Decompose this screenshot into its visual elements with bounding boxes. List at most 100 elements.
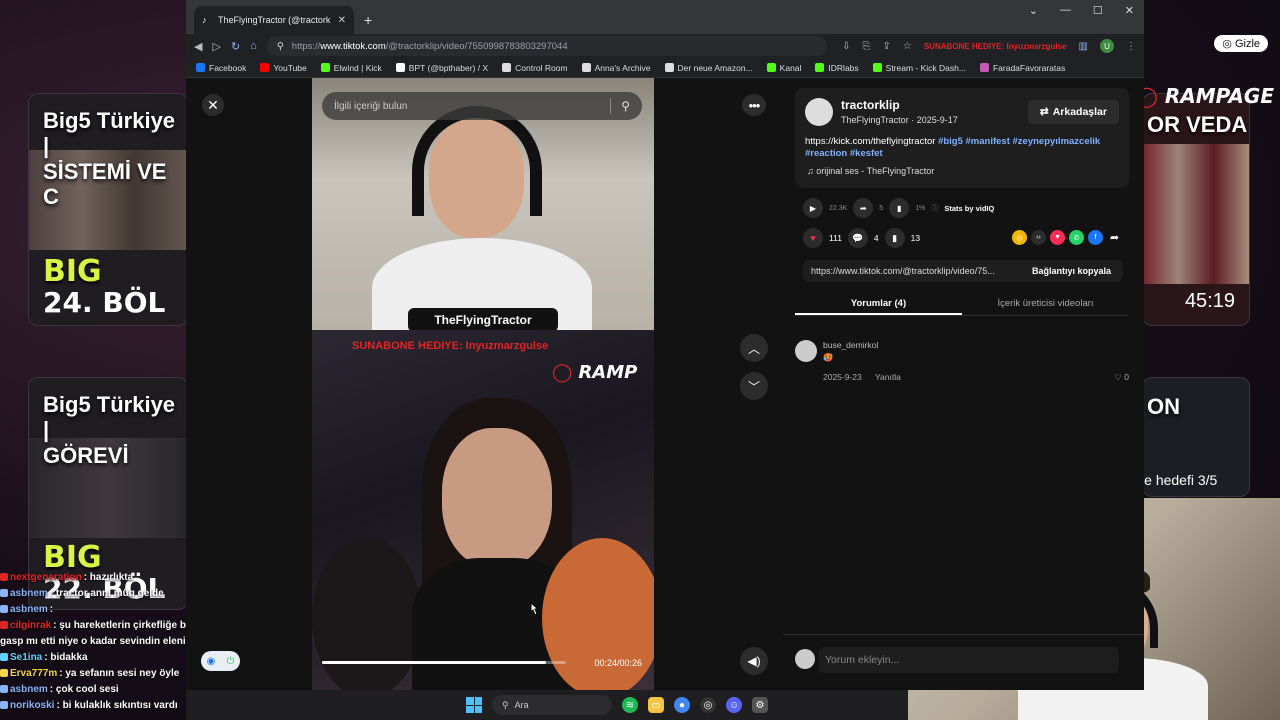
tab-tiktok[interactable]: ♪ TheFlyingTractor (@tractork ✕ [194, 6, 354, 34]
next-video-button[interactable]: ﹀ [740, 372, 768, 400]
translate-icon[interactable]: ⎘ [862, 41, 870, 52]
bookmark-item[interactable]: Facebook [196, 63, 246, 73]
engagement-rate: 1% [915, 204, 926, 212]
forward-share-icon[interactable]: ➦ [1107, 230, 1122, 245]
chat-username[interactable]: cilginrak [10, 620, 51, 631]
taskbar: ⚲ Ara ≋ ▭ ● ◎ ☺ ⚙ [186, 690, 908, 720]
facebook-icon[interactable]: f [1088, 230, 1103, 245]
tab-creator-videos[interactable]: İçerik üreticisi videoları [962, 292, 1129, 315]
comment-input[interactable]: Yorum ekleyin... [819, 647, 1119, 673]
bookmark-item[interactable]: YouTube [260, 63, 307, 73]
hashtag[interactable]: #manifest [966, 136, 1010, 147]
bookmark-item[interactable]: Kanal [766, 63, 801, 73]
site-info-icon[interactable]: ⚲ [277, 41, 284, 52]
commenter-avatar[interactable] [795, 340, 817, 362]
sidebar-icon[interactable]: ▥ [1079, 41, 1088, 52]
whatsapp-icon[interactable]: ✆ [1069, 230, 1084, 245]
info-icon: ⓘ [931, 205, 939, 212]
hide-button[interactable]: ◎ Gizle [1214, 35, 1268, 52]
chat-username[interactable]: asbnem [10, 588, 48, 599]
video-player[interactable]: TheFlyingTractor SUNABONE HEDIYE: Inyuzm… [312, 78, 654, 690]
chat-badge-icon [0, 669, 8, 677]
search-icon[interactable]: ⚲ [621, 99, 630, 113]
close-video-button[interactable]: ✕ [202, 94, 224, 116]
new-tab-icon[interactable]: + [364, 12, 372, 28]
share-icon[interactable]: ⇪ [882, 41, 890, 52]
actions-row: ♥ 111 💬 4 ▮ 13 [803, 228, 920, 248]
bookmark-item[interactable]: BPT (@bpthaber) / X [395, 63, 488, 73]
chat-username[interactable]: asbnem [10, 604, 48, 615]
bookmark-label: IDRlabs [828, 62, 859, 73]
volume-button[interactable]: ◀) [740, 647, 768, 675]
spotify-icon[interactable]: ≋ [622, 697, 638, 713]
back-icon[interactable]: ◀ [194, 40, 202, 53]
taskbar-search[interactable]: ⚲ Ara [492, 695, 612, 715]
embed-icon[interactable]: ‹› [1031, 230, 1046, 245]
send-icon[interactable]: ▼ [1050, 230, 1065, 245]
bookmark-item[interactable]: Elwind | Kick [320, 62, 382, 73]
related-search-input[interactable]: İlgili içeriği bulun ⚲ [322, 92, 642, 120]
install-icon[interactable]: ⇩ [842, 41, 850, 52]
chat-username[interactable]: nextgeneration [10, 572, 82, 583]
bookmark-item[interactable]: Anna's Archive [581, 63, 651, 73]
settings-icon[interactable]: ⚙ [752, 697, 768, 713]
chat-username[interactable]: norikoski [10, 700, 54, 711]
menu-icon[interactable]: ⋮ [1126, 41, 1136, 52]
chat-username[interactable]: Se1ina [10, 652, 42, 663]
minimize-icon[interactable]: — [1060, 4, 1071, 17]
thumbnail-right-top[interactable]: OR VEDA 45:19 [1142, 93, 1250, 326]
previous-video-button[interactable]: ︿ [740, 334, 768, 362]
forward-icon[interactable]: ▷ [212, 40, 220, 53]
bookmark-star-icon[interactable]: ☆ [903, 41, 912, 52]
maximize-icon[interactable]: ☐ [1093, 4, 1103, 17]
close-window-icon[interactable]: ✕ [1125, 4, 1134, 17]
file-explorer-icon[interactable]: ▭ [648, 697, 664, 713]
bookmark-label: Elwind | Kick [333, 62, 382, 73]
sound-link[interactable]: ♫ orijinal ses - TheFlyingTractor [807, 166, 934, 176]
copy-link-button[interactable]: Bağlantıyı kopyala [1020, 266, 1123, 276]
coin-icon[interactable]: ◎ [1012, 230, 1027, 245]
chat-username[interactable]: Erva777m [10, 668, 57, 679]
comment-button[interactable]: 💬 [847, 228, 868, 248]
video-progress-bar[interactable] [322, 661, 566, 664]
tab-comments[interactable]: Yorumlar (4) [795, 292, 962, 315]
comment-like-button[interactable]: ♡ 0 [1114, 372, 1129, 383]
thumbnail-big5-ep24[interactable]: Big5 Türkiye | SİSTEMİ VE C BIG 24. BÖL [28, 93, 188, 326]
commenter-username[interactable]: buse_demirkol [823, 340, 878, 350]
more-options-button[interactable]: ••• [742, 94, 766, 116]
chat-badge-icon [0, 573, 8, 581]
hashtag[interactable]: #big5 [938, 136, 963, 147]
bookmark-item[interactable]: FaradaFavoraratas [979, 63, 1065, 73]
stats-row: ▶ 22.3K ➦ 5 ▮ 1% ⓘ Stats by vidIQ [803, 198, 994, 218]
comment-icon: 💬 [852, 232, 864, 243]
reply-button[interactable]: Yanıtla [875, 372, 901, 382]
tab-search-icon[interactable]: ⌄ [1029, 4, 1038, 17]
hashtag[interactable]: #reaction [805, 148, 847, 159]
close-tab-icon[interactable]: ✕ [338, 15, 346, 26]
bookmark-item[interactable]: IDRlabs [815, 62, 859, 73]
like-button[interactable]: ♥ [803, 228, 823, 248]
bookmark-item[interactable]: Der neue Amazon... [664, 63, 753, 73]
rampage-logo: ◯ RAMPAGE [1135, 84, 1274, 108]
profile-avatar[interactable]: U [1100, 39, 1114, 53]
hashtag[interactable]: #kesfet [850, 148, 883, 159]
discord-icon[interactable]: ☺ [726, 697, 742, 713]
friends-button[interactable]: ⇄ Arkadaşlar [1027, 100, 1119, 124]
author-username[interactable]: tractorklip [841, 98, 900, 112]
save-button[interactable]: ▮ [884, 228, 905, 248]
tiktok-icon: ♪ [202, 15, 207, 25]
home-icon[interactable]: ⌂ [250, 40, 257, 52]
windows-start-icon[interactable] [466, 697, 482, 713]
tiktok-viewer: ✕ TheFlyingTractor SUNABONE HEDIYE: Inyu… [186, 78, 1144, 690]
obs-icon[interactable]: ◎ [700, 697, 716, 713]
chat-username[interactable]: asbnem [10, 684, 48, 695]
author-subline: TheFlyingTractor · 2025-9-17 [841, 115, 958, 125]
address-bar[interactable]: ⚲ https://www.tiktok.com/@tractorklip/vi… [266, 36, 827, 56]
bookmark-item[interactable]: Control Room [502, 63, 568, 73]
description-link[interactable]: https://kick.com/theflyingtractor [805, 136, 935, 147]
hashtag[interactable]: #zeynepyılmazcelik [1013, 136, 1101, 147]
author-avatar[interactable] [805, 98, 833, 126]
chrome-icon[interactable]: ● [674, 697, 690, 713]
bookmark-item[interactable]: Stream - Kick Dash... [872, 63, 966, 73]
reload-icon[interactable]: ↻ [231, 40, 240, 53]
